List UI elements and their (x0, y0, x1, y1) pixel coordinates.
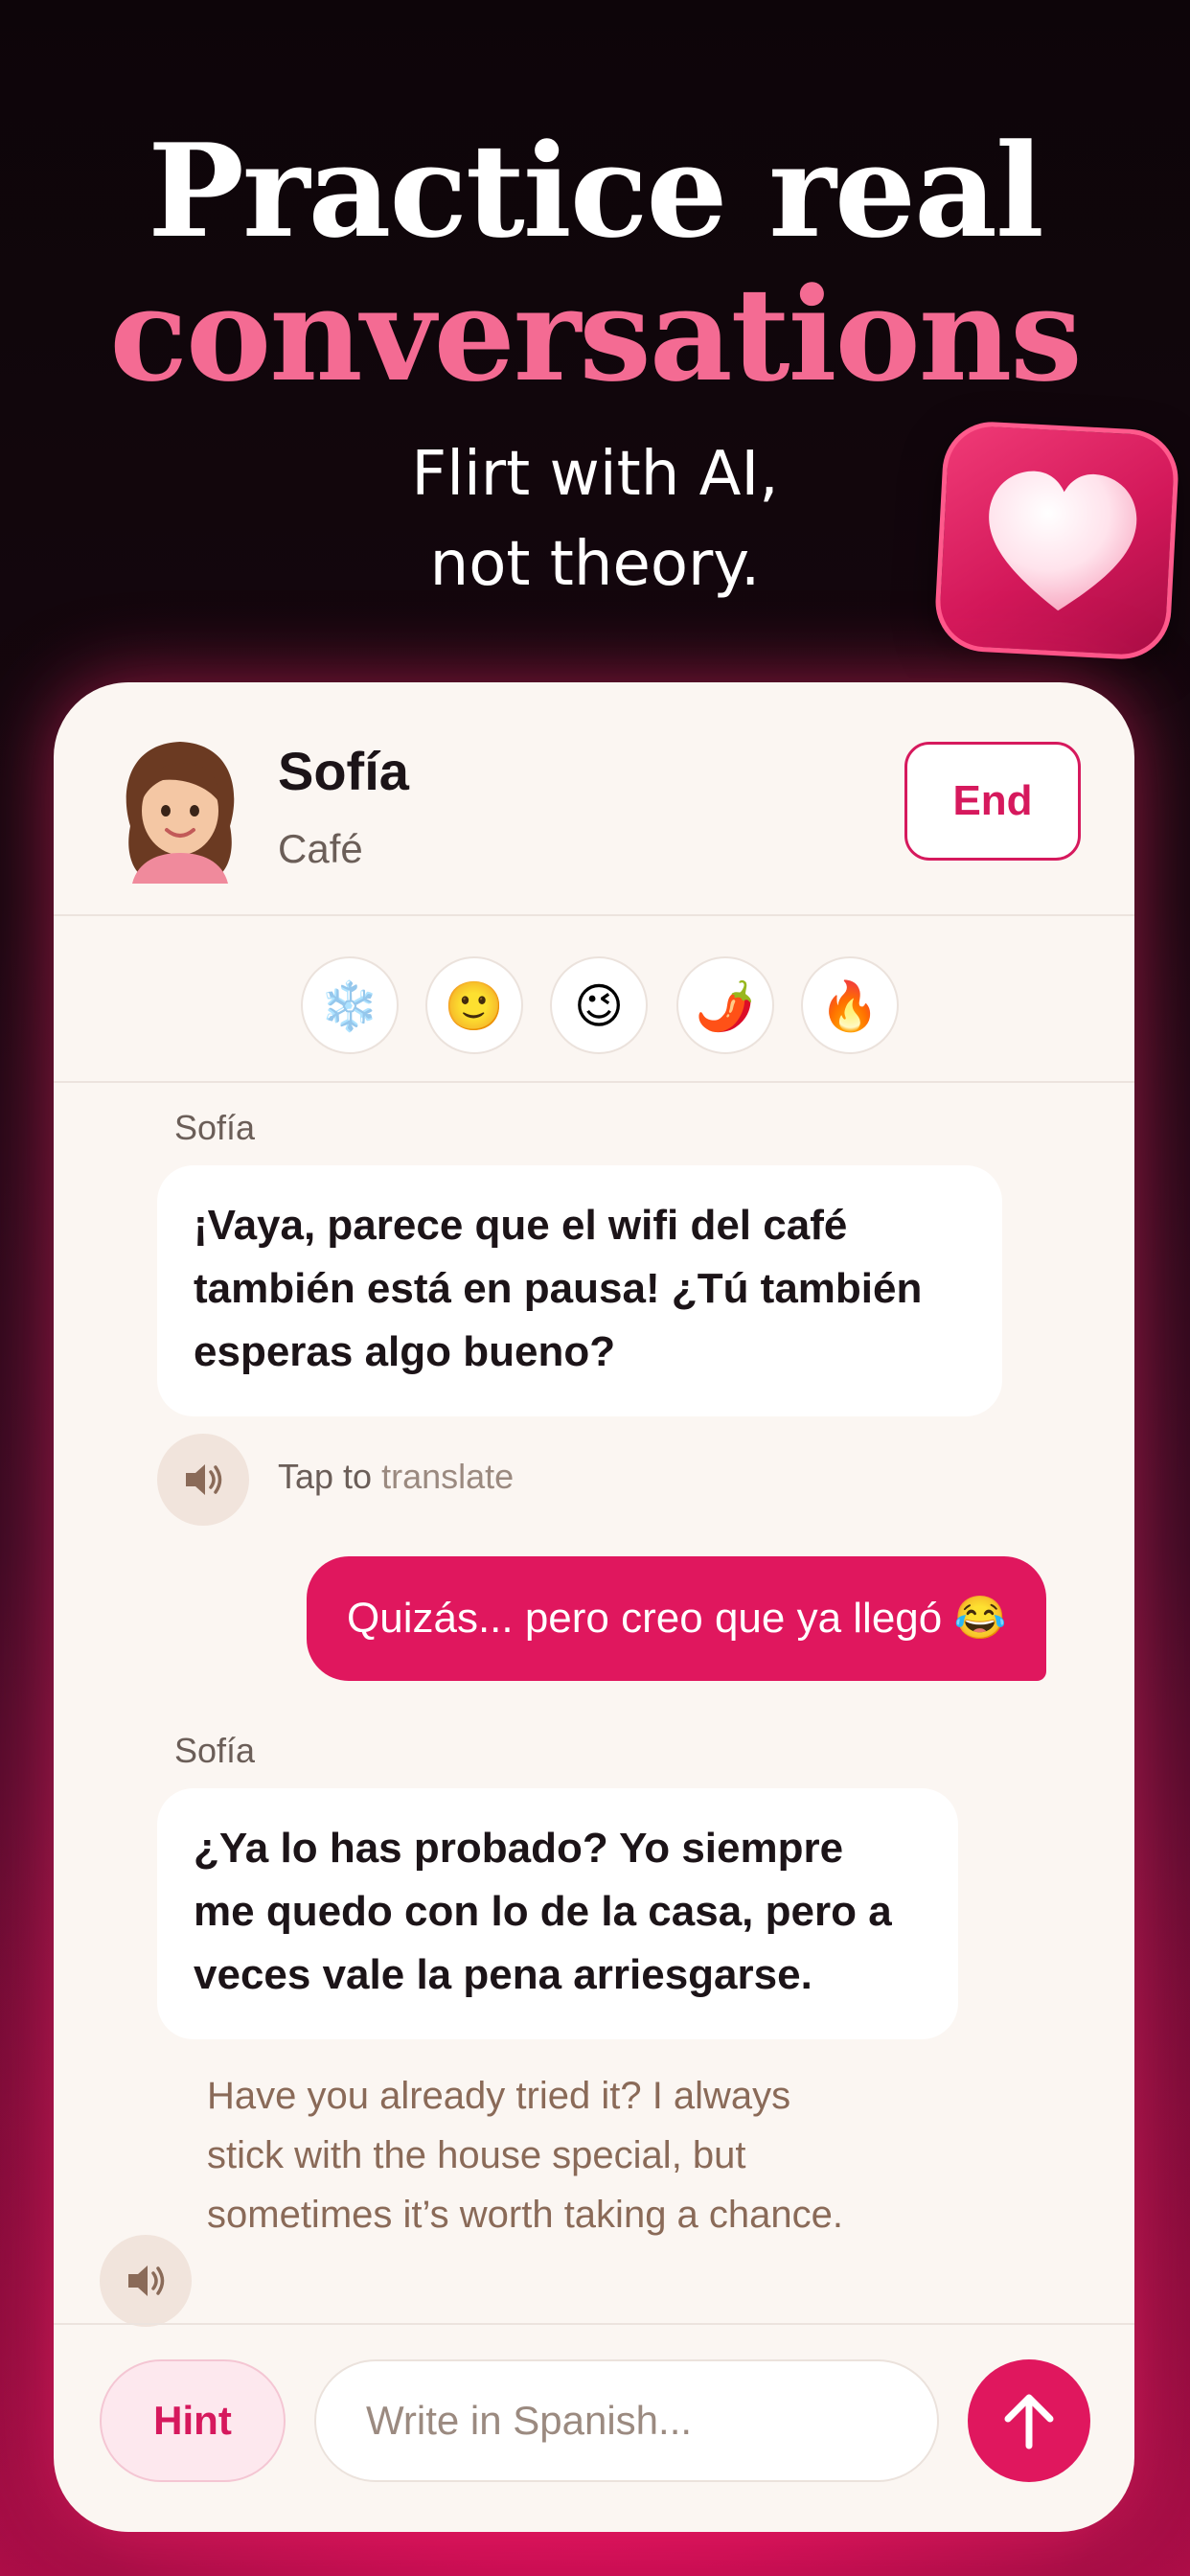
message-line: veces vale la pena arriesgarse. (194, 1951, 812, 1998)
mood-selector: ❄️ 🙂 😉 🌶️ 🔥 (54, 916, 1134, 1083)
message-line: ¿Ya lo has probado? Yo siempre (194, 1825, 844, 1872)
chili-icon[interactable]: 🌶️ (676, 956, 774, 1054)
composer-bar: Hint Write in Spanish... (54, 2323, 1134, 2532)
incoming-message: ¡Vaya, parece que el wifi del café tambi… (157, 1165, 1002, 1416)
contact-location: Café (278, 826, 363, 871)
message-line: también está en pausa! ¿Tú también (194, 1265, 923, 1312)
outgoing-message: Quizás... pero creo que ya llegó 😂 (307, 1556, 1047, 1681)
message-line: me quedo con lo de la casa, pero a (194, 1888, 892, 1935)
speaker-button[interactable] (100, 2235, 192, 2327)
tap-to-translate-link[interactable]: Tap to translate (278, 1457, 514, 1497)
contact-name: Sofía (278, 741, 409, 801)
translate-word: translate (381, 1457, 515, 1496)
heart-app-badge (932, 419, 1181, 662)
message-translation: Have you already tried it? I always stic… (207, 2066, 843, 2244)
avatar (126, 742, 235, 884)
fire-icon[interactable]: 🔥 (801, 956, 899, 1054)
message-sender: Sofía (174, 1731, 256, 1770)
chat-card: Sofía Café End ❄️ 🙂 😉 🌶️ 🔥 Sofía ¡Vaya, … (54, 682, 1134, 2532)
snowflake-icon[interactable]: ❄️ (301, 956, 399, 1054)
incoming-message: ¿Ya lo has probado? Yo siempre me quedo … (157, 1788, 958, 2039)
arrow-up-icon (1004, 2394, 1054, 2450)
hint-button[interactable]: Hint (100, 2359, 286, 2482)
speaker-icon (128, 2266, 165, 2296)
message-input[interactable]: Write in Spanish... (314, 2359, 939, 2482)
wink-icon[interactable]: 😉 (550, 956, 648, 1054)
translation-line: Have you already tried it? I always (207, 2075, 791, 2117)
speaker-button[interactable] (157, 1434, 249, 1526)
message-line: esperas algo bueno? (194, 1328, 616, 1375)
message-line: ¡Vaya, parece que el wifi del café (194, 1202, 848, 1249)
chat-header: Sofía Café End (54, 682, 1134, 916)
speaker-icon (186, 1464, 222, 1495)
end-button[interactable]: End (904, 742, 1081, 861)
smile-icon[interactable]: 🙂 (425, 956, 523, 1054)
send-button[interactable] (968, 2359, 1090, 2482)
translation-line: sometimes it’s worth taking a chance. (207, 2194, 844, 2236)
tap-prefix: Tap to (278, 1457, 373, 1496)
headline-line-1: Practice real (148, 115, 1044, 266)
translation-line: stick with the house special, but (207, 2134, 746, 2176)
message-sender: Sofía (174, 1108, 256, 1147)
headline-line-2: conversations (109, 259, 1082, 410)
heart-icon (989, 471, 1137, 611)
